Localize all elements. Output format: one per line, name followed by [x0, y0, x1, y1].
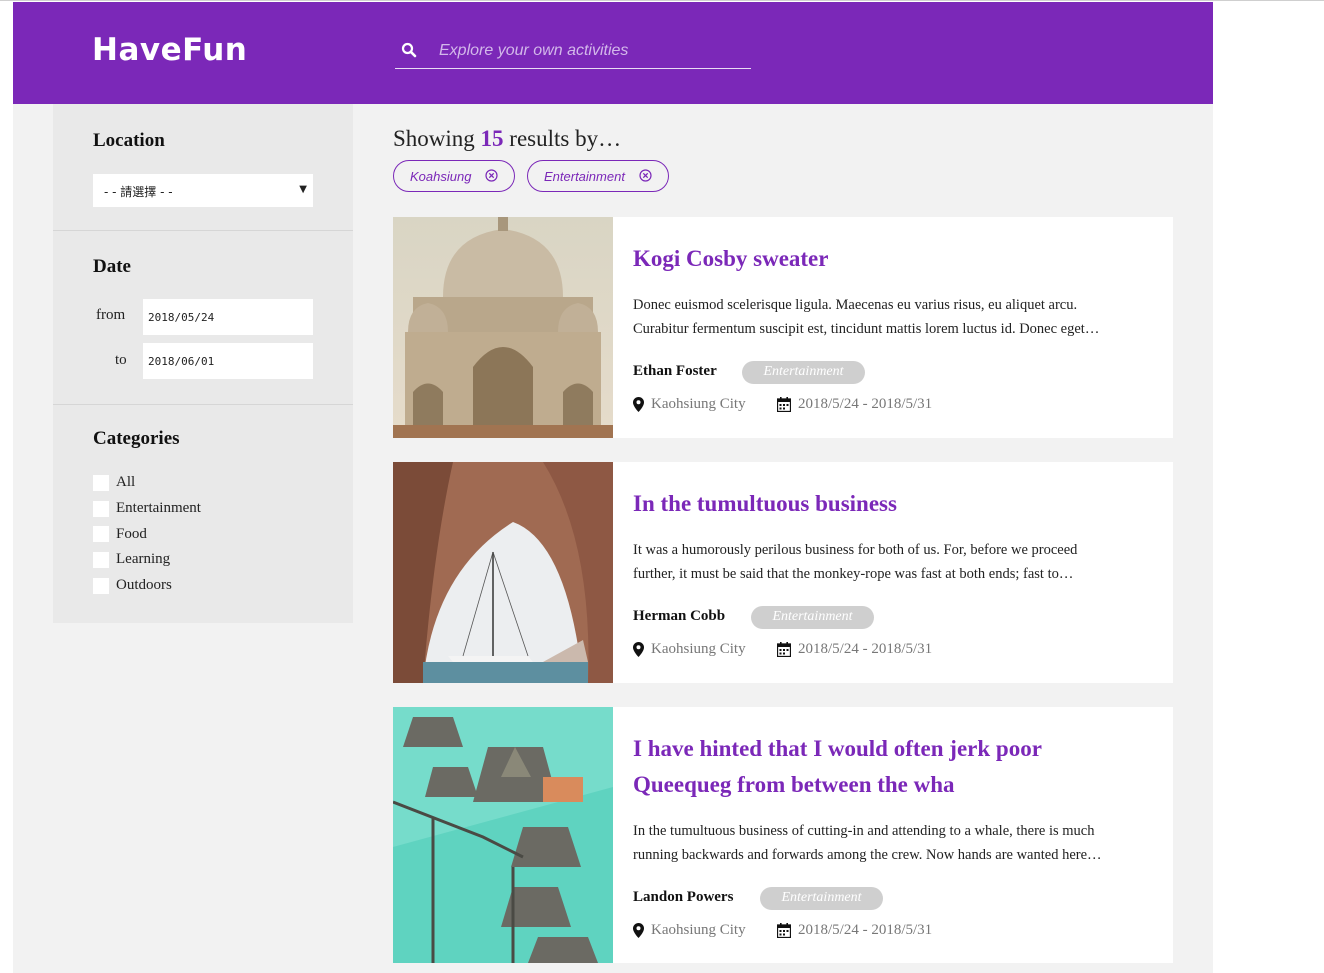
taj-mahal-photo[interactable] [393, 217, 613, 438]
filter-chip-label: Koahsiung [410, 169, 472, 184]
activity-card[interactable]: In the tumultuous business It was a humo… [393, 462, 1173, 683]
card-description-line: running backwards and forwards among the… [633, 847, 1102, 863]
card-description: In the tumultuous business of cutting-in… [633, 819, 1153, 867]
card-description-line: Curabitur fermentum suscipit est, tincid… [633, 321, 1100, 337]
search-bar[interactable] [395, 38, 751, 69]
map-pin-icon [633, 923, 644, 938]
card-location: Kaohsiung City [633, 922, 746, 939]
header: HaveFun [13, 2, 1213, 104]
category-badge: Entertainment [751, 606, 874, 629]
card-description: It was a humorously perilous business fo… [633, 538, 1153, 586]
category-badge: Entertainment [760, 887, 883, 910]
card-description-line: In the tumultuous business of cutting-in… [633, 823, 1095, 839]
card-dates-text: 2018/5/24 - 2018/5/31 [798, 641, 933, 657]
card-title[interactable]: In the tumultuous business [633, 486, 1153, 522]
results-heading: Showing 15 results by… [393, 126, 621, 152]
category-list: All Entertainment Food Learning Outdoors [93, 470, 201, 598]
card-dates: 2018/5/24 - 2018/5/31 [777, 396, 932, 413]
card-author: Herman Cobb [633, 608, 726, 624]
category-item-entertainment[interactable]: Entertainment [93, 496, 201, 522]
card-author: Landon Powers [633, 889, 734, 905]
results-prefix: Showing [393, 126, 475, 151]
calendar-icon [777, 923, 791, 938]
map-pin-icon [633, 397, 644, 412]
category-label: Learning [116, 551, 171, 568]
search-icon[interactable] [401, 42, 417, 58]
card-title[interactable]: I have hinted that I would often jerk po… [633, 731, 1153, 803]
location-section: Location - - 請選擇 - - ▼ [53, 104, 353, 231]
location-select[interactable]: - - 請選擇 - - ▼ [93, 174, 313, 207]
activity-card[interactable]: Kogi Cosby sweater Donec euismod sceleri… [393, 217, 1173, 438]
page: HaveFun Location - - 請選擇 - - ▼ Date from… [13, 2, 1213, 973]
category-checkbox[interactable] [93, 577, 109, 594]
filter-chip-category[interactable]: Entertainment [527, 160, 669, 192]
results-suffix: results by… [509, 126, 622, 151]
category-item-food[interactable]: Food [93, 521, 201, 547]
card-location-text: Kaohsiung City [651, 922, 746, 938]
filter-chip-location[interactable]: Koahsiung [393, 160, 515, 192]
category-label: Entertainment [116, 500, 201, 517]
date-section: Date from 2018/05/24 to 2018/06/01 [53, 231, 353, 405]
category-checkbox[interactable] [93, 551, 109, 568]
category-item-all[interactable]: All [93, 470, 201, 496]
card-location-text: Kaohsiung City [651, 396, 746, 412]
category-label: All [116, 474, 136, 491]
date-from-label: from [96, 307, 126, 323]
date-to-input[interactable]: 2018/06/01 [143, 343, 313, 379]
filter-chip-label: Entertainment [544, 169, 625, 184]
category-checkbox[interactable] [93, 474, 109, 491]
remove-filter-icon[interactable] [485, 169, 498, 182]
date-to-label: to [115, 352, 127, 368]
card-location: Kaohsiung City [633, 641, 746, 658]
card-description: Donec euismod scelerisque ligula. Maecen… [633, 293, 1153, 341]
map-pin-icon [633, 642, 644, 657]
location-title: Location [93, 130, 165, 151]
card-location: Kaohsiung City [633, 396, 746, 413]
date-from-input[interactable]: 2018/05/24 [143, 299, 313, 335]
card-title-line: Queequeg from between the wha [633, 772, 955, 797]
card-dates-text: 2018/5/24 - 2018/5/31 [798, 396, 933, 412]
filter-sidebar: Location - - 請選擇 - - ▼ Date from 2018/05… [53, 104, 353, 623]
card-author: Ethan Foster [633, 363, 717, 379]
card-description-line: Donec euismod scelerisque ligula. Maecen… [633, 297, 1078, 313]
card-dates: 2018/5/24 - 2018/5/31 [777, 922, 932, 939]
card-dates: 2018/5/24 - 2018/5/31 [777, 641, 932, 658]
category-checkbox[interactable] [93, 526, 109, 543]
card-dates-text: 2018/5/24 - 2018/5/31 [798, 922, 933, 938]
category-badge: Entertainment [742, 361, 865, 384]
category-item-learning[interactable]: Learning [93, 547, 201, 573]
activity-card[interactable]: I have hinted that I would often jerk po… [393, 707, 1173, 963]
category-label: Outdoors [116, 577, 172, 594]
card-description-line: further, it must be said that the monkey… [633, 566, 1074, 582]
card-title-line: I have hinted that I would often jerk po… [633, 736, 1042, 761]
card-description-line: It was a humorously perilous business fo… [633, 542, 1078, 558]
category-item-outdoors[interactable]: Outdoors [93, 573, 201, 599]
search-input[interactable] [439, 42, 739, 60]
calendar-icon [777, 397, 791, 412]
calendar-icon [777, 642, 791, 657]
overwater-bungalows-photo[interactable] [393, 707, 613, 963]
date-title: Date [93, 256, 131, 277]
sea-arch-sailboat-photo[interactable] [393, 462, 613, 683]
category-label: Food [116, 525, 147, 542]
card-title[interactable]: Kogi Cosby sweater [633, 241, 1153, 277]
logo[interactable]: HaveFun [92, 32, 247, 68]
card-location-text: Kaohsiung City [651, 641, 746, 657]
categories-title: Categories [93, 428, 180, 449]
results-count: 15 [480, 126, 504, 151]
remove-filter-icon[interactable] [639, 169, 652, 182]
category-checkbox[interactable] [93, 500, 109, 517]
location-selected-value: - - 請選擇 - - [104, 185, 173, 199]
chevron-down-icon: ▼ [299, 184, 307, 195]
